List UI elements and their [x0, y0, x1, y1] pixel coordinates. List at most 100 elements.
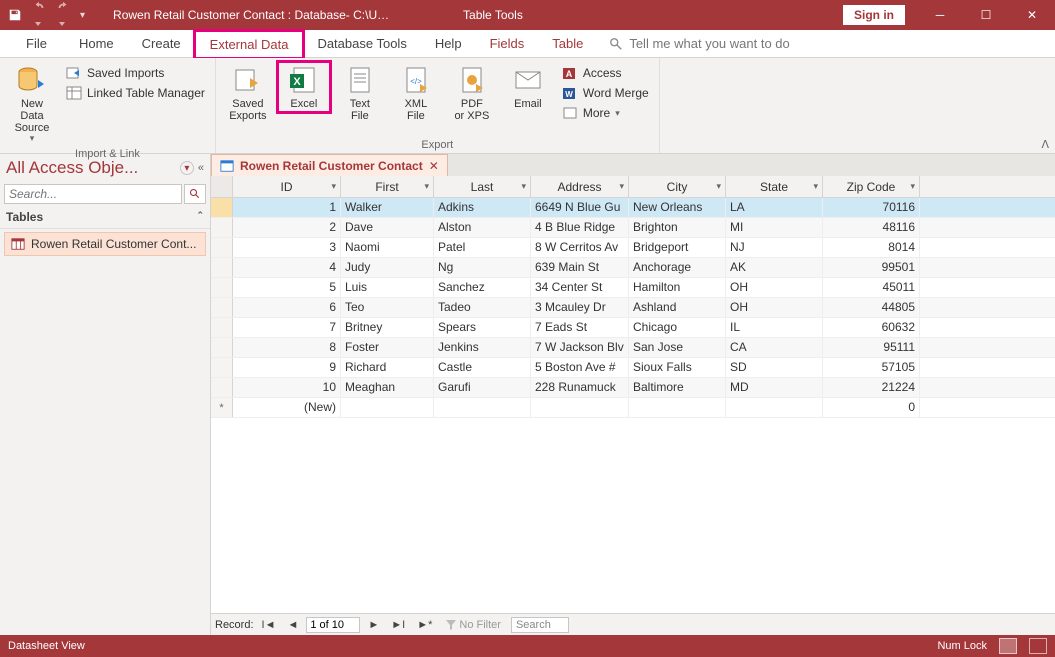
saved-imports-button[interactable]: Saved Imports [62, 64, 209, 82]
table-row[interactable]: 5 Luis Sanchez 34 Center St Hamilton OH … [211, 278, 1055, 298]
undo-icon[interactable] [32, 1, 46, 29]
chevron-down-icon[interactable]: ▾ [910, 181, 915, 192]
saved-exports-button[interactable]: Saved Exports [222, 62, 274, 124]
svg-text:A: A [566, 69, 573, 79]
tab-external-data[interactable]: External Data [195, 31, 304, 58]
document-tab[interactable]: Rowen Retail Customer Contact ✕ [211, 154, 448, 176]
nav-group-tables[interactable]: Tables⌃ [0, 206, 210, 229]
linked-table-manager-label: Linked Table Manager [87, 86, 205, 100]
tab-database-tools[interactable]: Database Tools [303, 30, 420, 57]
search-icon[interactable] [184, 184, 206, 204]
chevron-down-icon[interactable]: ▾ [521, 181, 526, 192]
chevron-down-icon[interactable]: ▾ [424, 181, 429, 192]
export-more-label: More [583, 106, 610, 120]
export-email-button[interactable]: Email [502, 62, 554, 112]
col-zip[interactable]: Zip Code▾ [823, 176, 920, 197]
datasheet[interactable]: ID▾ First▾ Last▾ Address▾ City▾ State▾ Z… [211, 176, 1055, 613]
table-row[interactable]: 10 Meaghan Garufi 228 Runamuck Baltimore… [211, 378, 1055, 398]
col-city[interactable]: City▾ [629, 176, 726, 197]
table-row[interactable]: 6 Teo Tadeo 3 Mcauley Dr Ashland OH 4480… [211, 298, 1055, 318]
tab-home[interactable]: Home [65, 30, 128, 57]
svg-text:W: W [565, 90, 573, 99]
linked-table-manager-button[interactable]: Linked Table Manager [62, 84, 209, 102]
tell-me-search[interactable]: Tell me what you want to do [609, 30, 789, 57]
export-text-button[interactable]: Text File [334, 62, 386, 124]
new-data-source-button[interactable]: New Data Source ▾ [6, 62, 58, 146]
nav-dropdown-icon[interactable]: ▾ [180, 161, 194, 175]
collapse-ribbon-button[interactable]: ᐱ [1041, 138, 1049, 151]
col-last[interactable]: Last▾ [434, 176, 531, 197]
text-file-icon [344, 64, 376, 96]
nav-collapse-icon[interactable]: « [198, 162, 204, 174]
col-address[interactable]: Address▾ [531, 176, 629, 197]
access-icon: A [562, 65, 578, 81]
minimize-button[interactable]: ─ [917, 0, 963, 30]
export-access-button[interactable]: AAccess [558, 64, 653, 82]
export-pdf-button[interactable]: PDF or XPS [446, 62, 498, 124]
table-icon [220, 159, 234, 173]
chevron-down-icon[interactable]: ▾ [813, 181, 818, 192]
pdf-icon [456, 64, 488, 96]
design-view-button[interactable] [1029, 638, 1047, 654]
redo-icon[interactable] [56, 1, 70, 29]
tell-me-label: Tell me what you want to do [629, 36, 789, 51]
contextual-tab-label: Table Tools [443, 8, 543, 22]
export-more-button[interactable]: More ▾ [558, 104, 653, 122]
col-first[interactable]: First▾ [341, 176, 434, 197]
new-row[interactable]: * (New) 0 [211, 398, 1055, 418]
first-record-button[interactable]: I◄ [258, 619, 280, 631]
tab-help[interactable]: Help [421, 30, 476, 57]
signin-button[interactable]: Sign in [843, 5, 905, 25]
export-word-merge-button[interactable]: WWord Merge [558, 84, 653, 102]
saved-exports-icon [232, 64, 264, 96]
lightbulb-icon [609, 37, 623, 51]
new-record-button[interactable]: ►* [413, 619, 436, 631]
tab-create[interactable]: Create [128, 30, 195, 57]
xml-file-icon: </> [400, 64, 432, 96]
record-position-input[interactable] [306, 617, 360, 633]
filter-indicator[interactable]: No Filter [446, 619, 501, 631]
prev-record-button[interactable]: ◄ [283, 619, 302, 631]
export-xml-label: XML File [405, 98, 428, 122]
word-merge-icon: W [562, 85, 578, 101]
export-excel-button[interactable]: XExcel [278, 62, 330, 112]
nav-search-input[interactable] [4, 184, 182, 204]
tab-fields[interactable]: Fields [476, 30, 539, 57]
linked-table-icon [66, 85, 82, 101]
export-xml-button[interactable]: </>XML File [390, 62, 442, 124]
status-view-label: Datasheet View [8, 640, 85, 652]
next-record-button[interactable]: ► [364, 619, 383, 631]
tab-file[interactable]: File [8, 30, 65, 57]
chevron-down-icon[interactable]: ▾ [619, 181, 624, 192]
select-all-cell[interactable] [211, 176, 233, 197]
close-tab-button[interactable]: ✕ [429, 159, 439, 173]
table-row[interactable]: 9 Richard Castle 5 Boston Ave # Sioux Fa… [211, 358, 1055, 378]
maximize-button[interactable]: ☐ [963, 0, 1009, 30]
table-row[interactable]: 4 Judy Ng 639 Main St Anchorage AK 99501 [211, 258, 1055, 278]
record-search-input[interactable]: Search [511, 617, 569, 633]
table-row[interactable]: 3 Naomi Patel 8 W Cerritos Av Bridgeport… [211, 238, 1055, 258]
table-row[interactable]: 7 Britney Spears 7 Eads St Chicago IL 60… [211, 318, 1055, 338]
last-record-button[interactable]: ►I [387, 619, 409, 631]
col-id[interactable]: ID▾ [233, 176, 341, 197]
email-icon [512, 64, 544, 96]
qat-customize-icon[interactable]: ▾ [80, 10, 85, 21]
nav-title[interactable]: All Access Obje... [6, 158, 180, 178]
table-row[interactable]: 2 Dave Alston 4 B Blue Ridge Brighton MI… [211, 218, 1055, 238]
new-row-zip: 0 [823, 398, 920, 417]
nav-object-table[interactable]: Rowen Retail Customer Cont... [4, 232, 206, 256]
navigation-pane: All Access Obje... ▾ « Tables⌃ Rowen Ret… [0, 154, 211, 635]
saved-imports-icon [66, 65, 82, 81]
chevron-down-icon[interactable]: ▾ [716, 181, 721, 192]
export-excel-label: Excel [290, 98, 317, 110]
col-state[interactable]: State▾ [726, 176, 823, 197]
save-icon[interactable] [8, 8, 22, 22]
tab-table[interactable]: Table [538, 30, 597, 57]
ribbon: New Data Source ▾ Saved Imports Linked T… [0, 58, 1055, 154]
chevron-down-icon[interactable]: ▾ [331, 181, 336, 192]
table-row[interactable]: 1 Walker Adkins 6649 N Blue Gu New Orlea… [211, 198, 1055, 218]
record-navigator: Record: I◄ ◄ ► ►I ►* No Filter Search [211, 613, 1055, 635]
close-button[interactable]: ✕ [1009, 0, 1055, 30]
datasheet-view-button[interactable] [999, 638, 1017, 654]
table-row[interactable]: 8 Foster Jenkins 7 W Jackson Blv San Jos… [211, 338, 1055, 358]
